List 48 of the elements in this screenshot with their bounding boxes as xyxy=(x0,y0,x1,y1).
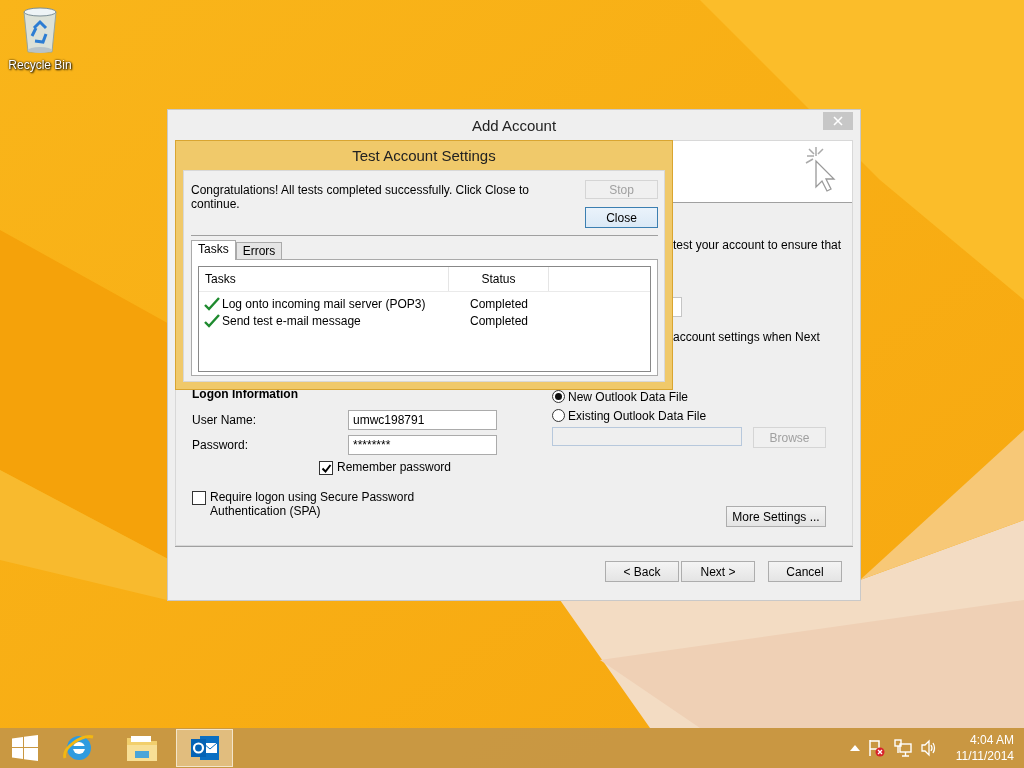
message-text: Congratulations! All tests completed successfully. Click Close to continue. xyxy=(191,183,530,213)
close-button[interactable] xyxy=(823,112,853,130)
more-settings-button[interactable]: More Settings ... xyxy=(726,506,826,527)
intro-text: test your account to ensure that xyxy=(673,238,842,252)
column-header: Status xyxy=(449,267,549,291)
note-text: account settings when Next xyxy=(673,330,820,344)
windows-logo-icon[interactable] xyxy=(12,735,38,761)
radio-label: New Outlook Data File xyxy=(568,389,689,404)
clock-date: 11/11/2014 xyxy=(955,748,1014,764)
checkmark-icon xyxy=(204,296,220,311)
mail-app-icon[interactable] xyxy=(189,734,220,762)
column-header: Tasks xyxy=(199,267,449,291)
input-field[interactable] xyxy=(673,297,682,317)
next-button[interactable]: Next > xyxy=(681,561,755,582)
window-title: Add Account xyxy=(471,116,557,134)
table-cell-text: Completed xyxy=(469,296,529,311)
table-cell: Send test e-mail message xyxy=(222,313,361,328)
table-cell: Log onto incoming mail server (POP3) xyxy=(222,296,426,311)
cancel-button[interactable]: Cancel xyxy=(768,561,842,582)
speaker-icon[interactable] xyxy=(919,739,938,757)
section-heading: Logon Information xyxy=(192,387,299,401)
recycle-bin-icon[interactable] xyxy=(20,6,60,56)
table-cell-text: Completed xyxy=(469,313,529,328)
tab[interactable]: Tasks xyxy=(191,240,236,260)
up-arrow-icon[interactable] xyxy=(849,745,860,751)
clock-time: 4:04 AM xyxy=(969,732,1014,748)
input-field[interactable]: umwc198791 xyxy=(348,409,497,430)
checkbox-label: Require logon using Secure Password Authentication (SPA) xyxy=(210,490,416,518)
radio-button[interactable] xyxy=(552,409,565,422)
network-icon[interactable] xyxy=(893,739,912,757)
checkbox-label: Remember password xyxy=(337,460,452,474)
tab[interactable]: Errors xyxy=(235,242,283,259)
radio-label: Existing Outlook Data File xyxy=(568,408,707,423)
back-button[interactable]: < Back xyxy=(605,561,679,582)
field-label: User Name: xyxy=(192,412,257,427)
desktop-icon-label: Recycle Bin xyxy=(8,58,72,72)
field-label: Password: xyxy=(192,437,250,452)
close-icon xyxy=(833,116,843,126)
input-field[interactable]: ******** xyxy=(348,434,497,455)
checkmark-icon xyxy=(204,313,220,328)
checkbox[interactable] xyxy=(192,491,206,505)
dialog-title: Test Account Settings xyxy=(352,147,496,164)
flag-icon[interactable] xyxy=(867,739,886,757)
input-field[interactable] xyxy=(552,427,742,446)
radio-button[interactable] xyxy=(552,390,565,403)
taskbar-button[interactable] xyxy=(176,729,233,767)
checkbox[interactable] xyxy=(319,461,333,475)
close-button[interactable]: Close xyxy=(585,207,658,228)
